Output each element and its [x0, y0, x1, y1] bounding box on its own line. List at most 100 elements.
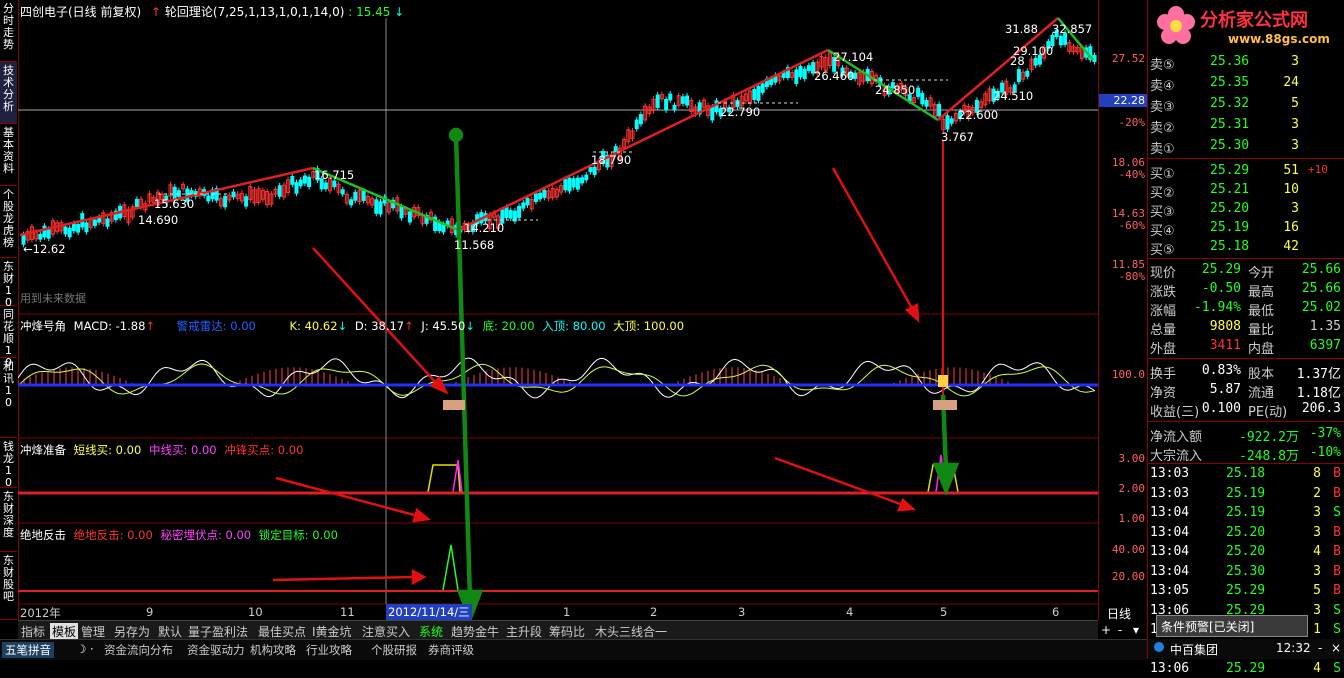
tab-main-rise[interactable]: 主升段 — [506, 623, 542, 640]
tab-default[interactable]: 默认 — [158, 623, 182, 640]
time-label: 1 — [563, 605, 571, 619]
bid-row[interactable]: 买④ 25.19 16 — [1148, 218, 1344, 239]
menu-down-icon[interactable]: ▾ — [1133, 623, 1139, 637]
tick-volume: 1 — [1313, 622, 1321, 637]
tab-indicator[interactable]: 指标 — [21, 623, 45, 640]
price-label: 16.715 — [314, 168, 355, 182]
lock-target: 锁定目标: 0.00 — [258, 528, 338, 542]
status-fund-drive[interactable]: 资金驱动力 — [187, 642, 245, 658]
tab-chip-ratio[interactable]: 筹码比 — [549, 623, 585, 640]
candle-body — [672, 104, 677, 111]
bid-price: 25.18 — [1210, 239, 1250, 254]
tab-attention-buy[interactable]: 注意买入 — [362, 623, 410, 640]
indicator-name[interactable]: 轮回理论(7,25,1,13,1,0,1,14,0) — [165, 5, 345, 19]
tab-qianlong10[interactable]: 钱龙10 — [0, 438, 17, 489]
alert-radar: 警戒雷达: 0.00 — [176, 319, 256, 333]
ask-row[interactable]: 卖② 25.31 3 — [1148, 115, 1344, 136]
quote-label: 内盘 — [1248, 342, 1275, 357]
macd-panel-name[interactable]: 冲烽号角 — [20, 319, 66, 333]
candle-body — [294, 182, 299, 194]
candle-body — [916, 87, 921, 97]
bid-row[interactable]: 买① 25.29 51 +10 — [1148, 161, 1344, 182]
tick-side: B — [1333, 524, 1341, 540]
candle-body — [521, 202, 526, 209]
tab-three-lines[interactable]: 木头三线合一 — [595, 623, 667, 640]
clock: 12:32 — [1276, 641, 1311, 655]
candle-body — [244, 196, 249, 207]
quote-row: 涨跌 -0.50 最高 25.66 — [1148, 279, 1344, 300]
alert-popup[interactable]: 条件预警[已关闭] — [1156, 615, 1308, 637]
tab-tonghuashun10[interactable]: 同花顺10 — [0, 306, 17, 369]
tab-save-as[interactable]: 另存为 — [114, 623, 150, 640]
candle-body — [298, 179, 303, 187]
tick-price: 25.30 — [1226, 563, 1266, 579]
tick-time: 13:04 — [1150, 505, 1190, 520]
tab-manage[interactable]: 管理 — [81, 623, 105, 640]
tick-time: 13:04 — [1150, 524, 1190, 540]
ask-row[interactable]: 卖① 25.30 3 — [1148, 136, 1344, 157]
tab-hexun10[interactable]: 和讯10 — [0, 358, 17, 438]
tab-trend-bull[interactable]: 趋势金牛 — [451, 623, 499, 640]
tab-dongcai-forum[interactable]: 东财股吧 — [0, 552, 17, 620]
tick-price: 25.29 — [1226, 583, 1266, 598]
tab-best-buy[interactable]: 最佳买点 — [258, 623, 306, 640]
ask-row[interactable]: 卖⑤ 25.36 3 — [1148, 52, 1344, 73]
tab-quantum[interactable]: 量子盈利法 — [188, 623, 248, 640]
axis-label: 20.00 — [1111, 570, 1145, 583]
close-icon[interactable]: × — [1331, 641, 1341, 655]
tab-fundamentals[interactable]: 基本资料 — [0, 124, 17, 186]
zoom-in-button[interactable]: + — [1101, 623, 1111, 637]
indicator-value: : 15.45 — [348, 5, 391, 19]
fund-row: 换手 0.83% 股本 1.37亿 — [1148, 361, 1344, 382]
candle-body — [231, 191, 236, 198]
candle-body — [794, 69, 799, 84]
tab-dongcai-depth[interactable]: 东财深度 — [0, 488, 17, 552]
ask-label: 卖⑤ — [1150, 58, 1175, 73]
tab-dongcai10[interactable]: 东财10 — [0, 258, 17, 309]
bid-row[interactable]: 买③ 25.20 3 — [1148, 199, 1344, 220]
bid-volume: 42 — [1283, 239, 1299, 254]
candle-body — [353, 191, 358, 201]
zoom-out-button[interactable]: - — [1118, 623, 1122, 637]
status-institution[interactable]: 机构攻略 — [250, 642, 296, 658]
tick-time: 13:04 — [1150, 563, 1190, 579]
bid-row[interactable]: 买⑤ 25.18 42 — [1148, 237, 1344, 258]
tab-golden-pit[interactable]: I黄金坑 — [312, 623, 352, 640]
status-stock-name[interactable]: 中百集团 — [1170, 641, 1218, 658]
bid-volume: 10 — [1283, 182, 1299, 197]
candle-body — [924, 99, 929, 107]
flow-row: 大宗流入 -248.8万 -10% — [1148, 443, 1344, 464]
divider — [1148, 421, 1344, 422]
status-research[interactable]: 个股研报 — [371, 642, 417, 658]
tick-volume: 8 — [1313, 466, 1321, 481]
candle-body — [798, 65, 803, 78]
tab-template[interactable]: 模板 — [50, 623, 79, 640]
price-label: 11.568 — [454, 238, 495, 252]
status-industry[interactable]: 行业攻略 — [306, 642, 352, 658]
candle-body — [538, 192, 543, 200]
status-fund-flow[interactable]: 资金流向分布 — [104, 642, 173, 658]
prep-panel-name[interactable]: 冲烽准备 — [20, 443, 66, 457]
minimize-icon[interactable]: - — [1318, 641, 1322, 655]
candlesticks — [21, 27, 1097, 248]
tab-dragon-tiger[interactable]: 个股龙虎榜 — [0, 186, 17, 258]
axis-mode[interactable]: 日线 — [1107, 605, 1131, 622]
tab-technical[interactable]: 技术分析 — [0, 62, 17, 124]
bid-price: 25.21 — [1210, 182, 1250, 197]
ask-row[interactable]: 卖③ 25.32 5 — [1148, 94, 1344, 115]
flow-pct: -37% — [1309, 426, 1341, 441]
status-broker-rating[interactable]: 券商评级 — [428, 642, 474, 658]
ask-label: 卖④ — [1150, 79, 1175, 94]
tab-intraday[interactable]: 分时走势 — [0, 0, 17, 62]
counter-panel-name[interactable]: 绝地反击 — [20, 528, 66, 542]
quote-value: 25.02 — [1301, 300, 1341, 315]
input-method[interactable]: 五笔拼音 — [2, 642, 54, 658]
chart-area[interactable]: 四创电子(日线 前复权) ↑ 轮回理论(7,25,1,13,1,0,1,14,0… — [18, 0, 1098, 620]
moon-icon: ☽ — [76, 642, 87, 656]
ask-price: 25.35 — [1210, 75, 1250, 90]
tab-system[interactable]: 系统 — [419, 623, 443, 640]
ask-row[interactable]: 卖④ 25.35 24 — [1148, 73, 1344, 94]
trend-line-up-2 — [457, 48, 829, 232]
price-label: 22.600 — [958, 108, 999, 122]
bid-row[interactable]: 买② 25.21 10 — [1148, 180, 1344, 201]
